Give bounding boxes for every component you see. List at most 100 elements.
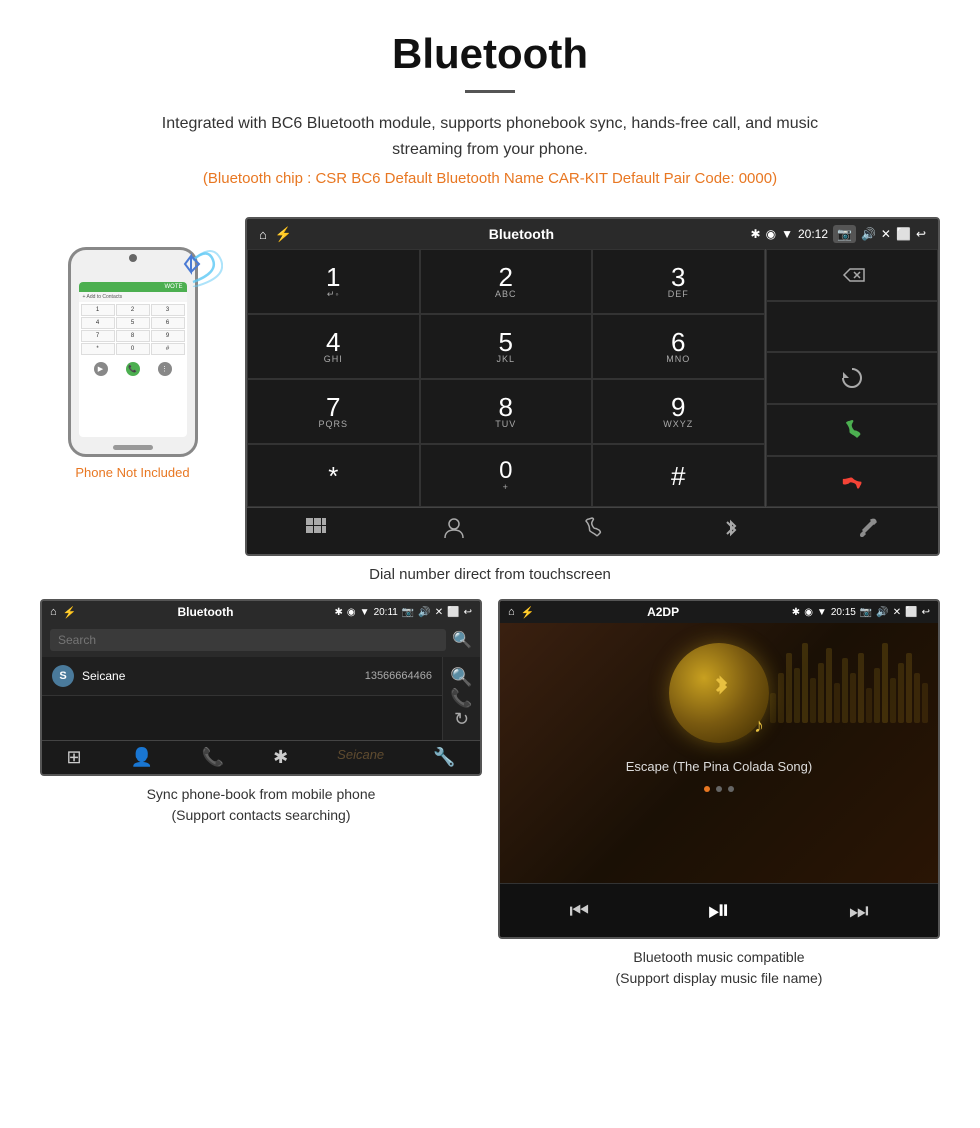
music-album-art: ♪ — [669, 643, 769, 743]
music-bt-symbol — [699, 673, 739, 713]
page-title: Bluetooth — [0, 30, 980, 78]
dial-time: 20:12 — [798, 227, 828, 241]
settings-icon[interactable] — [857, 516, 881, 546]
dial-key-star[interactable]: * — [247, 444, 420, 507]
bluetooth-status-icon: ✱ — [751, 227, 761, 241]
phone-camera-icon — [129, 254, 137, 262]
signal-icon: ▼ — [781, 227, 793, 241]
pb-search-row: 🔍 — [42, 623, 480, 657]
phone-key-0: 0 — [116, 343, 150, 355]
phone-video-btn: ▶ — [94, 362, 108, 376]
dial-statusbar: ⌂ ⚡ Bluetooth ✱ ◉ ▼ 20:12 📷 🔊 ✕ ⬜ ↩ — [247, 219, 938, 249]
phone-key-4: 4 — [81, 317, 115, 329]
title-divider — [465, 90, 515, 93]
contacts-icon[interactable] — [442, 516, 466, 546]
refresh-button[interactable] — [766, 352, 939, 404]
music-dot-2 — [716, 786, 722, 792]
dial-key-0[interactable]: 0+ — [420, 444, 593, 507]
top-section: WOTE + Add to Contacts 1 2 3 4 5 6 7 8 — [40, 217, 940, 556]
pb-call-bottom-icon[interactable]: 📞 — [202, 747, 224, 768]
music-dot-1 — [704, 786, 710, 792]
pb-close-icon: ✕ — [435, 607, 443, 618]
car-dial-screen: ⌂ ⚡ Bluetooth ✱ ◉ ▼ 20:12 📷 🔊 ✕ ⬜ ↩ — [245, 217, 940, 556]
dial-key-9[interactable]: 9WXYZ — [592, 379, 765, 444]
bluetooth-specs: (Bluetooth chip : CSR BC6 Default Blueto… — [0, 170, 980, 187]
content-area: WOTE + Add to Contacts 1 2 3 4 5 6 7 8 — [0, 197, 980, 1019]
dialpad-area: 1↵◦ 2ABC 3DEF 4GHI 5JKL 6MNO 7PQRS 8TUV … — [247, 249, 938, 507]
red-phone-icon — [838, 467, 866, 495]
camera-icon: 📷 — [833, 225, 856, 243]
bluetooth-waves-icon — [163, 232, 223, 287]
music-back-icon: ↩ — [922, 607, 930, 618]
pb-loc-icon: ◉ — [347, 607, 356, 618]
music-dots — [704, 786, 734, 792]
dial-key-3[interactable]: 3DEF — [592, 249, 765, 314]
end-call-button[interactable] — [766, 456, 939, 508]
dial-status-right: ✱ ◉ ▼ 20:12 📷 🔊 ✕ ⬜ ↩ — [751, 225, 926, 243]
pb-wrench-bottom-icon[interactable]: 🔧 — [433, 747, 455, 768]
pb-side-search-icon: 🔍 — [450, 667, 472, 688]
answer-call-button[interactable] — [766, 404, 939, 456]
music-note-icon: ♪ — [754, 715, 764, 738]
apps-icon[interactable] — [304, 516, 328, 546]
pb-person-icon[interactable]: 👤 — [130, 747, 152, 768]
next-track-button[interactable]: ⏭ — [849, 898, 869, 924]
page-description: Integrated with BC6 Bluetooth module, su… — [140, 111, 840, 162]
phone-add-contacts: + Add to Contacts — [79, 292, 187, 302]
dial-key-4[interactable]: 4GHI — [247, 314, 420, 379]
usb-icon: ⚡ — [275, 226, 292, 243]
home-icon: ⌂ — [259, 227, 267, 242]
bt-icon — [719, 516, 743, 540]
pb-back-icon: ↩ — [464, 607, 472, 618]
dial-key-hash[interactable]: # — [592, 444, 765, 507]
phone-key-7: 7 — [81, 330, 115, 342]
pb-search-input[interactable] — [50, 629, 446, 651]
pb-bt-icon: ✱ — [335, 607, 343, 618]
pb-side-icons: 🔍 📞 ↻ — [442, 657, 480, 740]
music-status-right: ✱ ◉ ▼ 20:15 📷 🔊 ✕ ⬜ ↩ — [792, 607, 930, 618]
pb-avatar: S — [52, 665, 74, 687]
pb-home-icon: ⌂ — [50, 606, 57, 618]
pb-title: Bluetooth — [82, 605, 328, 619]
dial-key-1[interactable]: 1↵◦ — [247, 249, 420, 314]
wrench-icon — [857, 516, 881, 540]
pb-vol-icon: 🔊 — [418, 607, 430, 618]
phone-dial-icon — [580, 516, 604, 540]
music-dot-3 — [728, 786, 734, 792]
call-icon[interactable] — [580, 516, 604, 546]
phone-key-8: 8 — [116, 330, 150, 342]
phone-container: WOTE + Add to Contacts 1 2 3 4 5 6 7 8 — [40, 247, 225, 480]
music-title: A2DP — [540, 605, 785, 619]
pb-side-phone-icon: 📞 — [450, 688, 472, 709]
dial-key-8[interactable]: 8TUV — [420, 379, 593, 444]
pb-bt-bottom-icon[interactable]: ✱ — [273, 747, 288, 768]
music-block: ⌂ ⚡ A2DP ✱ ◉ ▼ 20:15 📷 🔊 ✕ ⬜ ↩ — [498, 599, 940, 989]
pb-signal-icon: ▼ — [360, 607, 370, 618]
bluetooth-icon[interactable] — [719, 516, 743, 546]
close-icon: ✕ — [881, 227, 891, 241]
dial-key-7[interactable]: 7PQRS — [247, 379, 420, 444]
play-pause-button[interactable]: ⏯ — [708, 894, 730, 927]
pb-contact-row[interactable]: S Seicane 13566664466 — [42, 657, 442, 696]
dial-bottombar — [247, 507, 938, 554]
music-screen: ⌂ ⚡ A2DP ✱ ◉ ▼ 20:15 📷 🔊 ✕ ⬜ ↩ — [498, 599, 940, 939]
music-body: ♪ Escape (The Pina Colada Song) — [500, 623, 938, 883]
music-song-title: Escape (The Pina Colada Song) — [626, 759, 812, 774]
dial-key-5[interactable]: 5JKL — [420, 314, 593, 379]
dial-key-6[interactable]: 6MNO — [592, 314, 765, 379]
dial-key-2[interactable]: 2ABC — [420, 249, 593, 314]
pb-time: 20:11 — [374, 607, 398, 618]
pb-apps-icon[interactable]: ⊞ — [66, 747, 81, 768]
phone-not-included-label: Phone Not Included — [75, 465, 189, 480]
pb-status-right: ✱ ◉ ▼ 20:11 📷 🔊 ✕ ⬜ ↩ — [335, 607, 472, 618]
music-usb-icon: ⚡ — [521, 606, 535, 619]
music-caption: Bluetooth music compatible (Support disp… — [498, 947, 940, 989]
phone-screen: WOTE + Add to Contacts 1 2 3 4 5 6 7 8 — [79, 282, 187, 437]
prev-track-button[interactable]: ⏮ — [569, 898, 589, 924]
dial-status-title: Bluetooth — [300, 226, 742, 242]
pb-usb-icon: ⚡ — [63, 606, 77, 619]
music-close-icon: ✕ — [893, 607, 901, 618]
music-loc-icon: ◉ — [804, 607, 813, 618]
music-statusbar: ⌂ ⚡ A2DP ✱ ◉ ▼ 20:15 📷 🔊 ✕ ⬜ ↩ — [500, 601, 938, 623]
backspace-button[interactable] — [766, 249, 939, 301]
